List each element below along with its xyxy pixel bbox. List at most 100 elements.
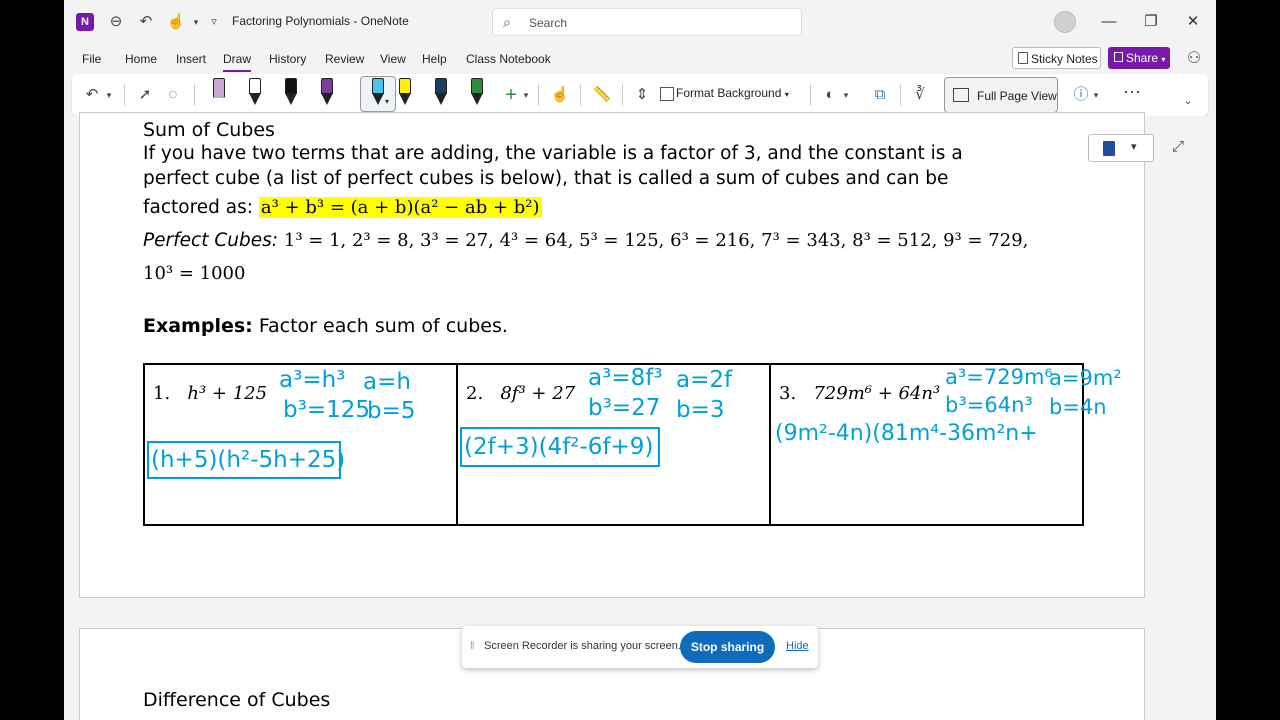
problem-expression: 8f³ + 27 [500,383,576,404]
note-b: b=5 [367,398,416,424]
collapse-ribbon-icon[interactable]: ⌄ [1178,88,1198,114]
pen-green-icon[interactable] [466,78,488,108]
full-page-view-icon [953,88,969,102]
share-label: Share [1126,51,1159,65]
problem-number: 3. [779,383,797,404]
description-line-3: factored as: a³ + b³ = (a + b)(a² − ab +… [143,197,542,218]
touch-mode-icon[interactable]: ☝ [166,12,186,32]
onenote-window: N ⊖ ↶ ☝ ▾ ▿ Factoring Polynomials - OneN… [64,0,1216,720]
undo-chevron-icon[interactable]: ▾ [102,82,116,108]
ribbon-undo-icon[interactable]: ↶ [82,82,102,108]
comments-icon[interactable]: ⚇ [1184,48,1204,68]
description-line-1: If you have two terms that are adding, t… [143,143,963,164]
format-background-button[interactable]: Format Background ▾ [676,86,789,100]
shapes-chevron-icon[interactable]: ▾ [840,82,852,108]
ribbon-separator [580,84,581,106]
problem-number: 2. [466,383,484,404]
highlighter-yellow-icon[interactable] [394,78,416,108]
pen-blue-selected[interactable]: ▾ [360,76,396,112]
hide-link[interactable]: Hide [786,640,809,652]
add-pen-icon[interactable]: + [500,82,522,108]
select-pointer-icon[interactable]: ➚ [134,82,156,108]
sum-of-cubes-formula: a³ + b³ = (a + b)(a² − ab + b²) [258,197,542,218]
insert-space-icon[interactable]: ⇕ [630,82,654,108]
answer-text: (9m²-4n)(81m⁴-36m²n+ [775,421,1038,446]
undo-icon[interactable]: ↶ [136,12,156,32]
factored-as-label: factored as: [143,197,254,218]
eraser-icon[interactable] [208,78,230,108]
next-section-title: Difference of Cubes [143,689,331,711]
pen-navy-icon[interactable] [430,78,452,108]
pen-white-icon[interactable] [244,78,266,108]
pen-purple-icon[interactable] [316,78,338,108]
note-a-cubed: a³=729m⁶ [945,365,1053,389]
search-input[interactable]: ⌕ Search [492,8,802,36]
drag-handle-icon[interactable]: ‖ [470,640,475,652]
perfect-cubes-list: 1³ = 1, 2³ = 8, 3³ = 27, 4³ = 64, 5³ = 1… [283,230,1029,251]
expand-icon[interactable]: ⤢ [1172,138,1184,155]
share-icon [1114,52,1123,62]
examples-label: Examples: [143,315,253,337]
note-b-cubed: b³=125 [283,397,370,423]
problem-1: 1. h³ + 125 [153,383,267,404]
examples-table: 1. h³ + 125 a³=h³ a=h b³=125 b=5 (h+5)(h… [143,363,1122,526]
example-cell-1: 1. h³ + 125 a³=h³ a=h b³=125 b=5 (h+5)(h… [145,365,458,524]
perfect-cubes-line: Perfect Cubes: 1³ = 1, 2³ = 8, 3³ = 27, … [143,230,1028,251]
sticky-notes-button[interactable]: Sticky Notes [1012,47,1101,69]
tab-draw[interactable]: Draw [223,52,252,72]
note-a: a=h [363,369,411,395]
note-b: b=4n [1049,395,1107,419]
restore-button[interactable]: ❐ [1136,10,1166,34]
note-a-cubed: a³=h³ [279,367,346,393]
ribbon-separator [900,84,901,106]
math-icon[interactable]: ∛ [908,82,932,108]
note-b: b=3 [676,397,725,423]
tab-view[interactable]: View [380,52,406,66]
stop-sharing-button[interactable]: Stop sharing [680,631,775,663]
note-page[interactable]: Sum of Cubes If you have two terms that … [79,112,1145,598]
tab-history[interactable]: History [269,52,306,66]
sticky-notes-label: Sticky Notes [1031,52,1098,66]
note-b-cubed: b³=27 [588,395,661,421]
search-placeholder: Search [529,16,568,30]
perfect-cubes-label: Perfect Cubes: [143,230,278,251]
problem-3: 3. 729m⁶ + 64n³ [779,383,940,404]
example-cell-3: 3. 729m⁶ + 64n³ a³=729m⁶ a=9m² b³=64n³ b… [771,365,1122,524]
tab-class-notebook[interactable]: Class Notebook [466,52,551,66]
section-title: Sum of Cubes [143,119,275,141]
minimize-button[interactable]: — [1094,10,1124,34]
ink-to-shape-icon[interactable]: ☝ [548,82,572,108]
examples-heading: Examples: Factor each sum of cubes. [143,315,508,337]
tab-file[interactable]: File [82,52,101,66]
answer-text: (h+5)(h²-5h+25) [151,447,346,473]
share-message: Screen Recorder is sharing your screen. [484,640,681,652]
onenote-logo-icon: N [76,13,94,31]
ink-to-text-icon[interactable]: ⧉ [868,82,892,108]
add-pen-chevron-icon[interactable]: ▾ [520,82,532,108]
notebook-navigation-button[interactable]: ▾ [1088,134,1154,162]
tab-insert[interactable]: Insert [176,52,206,66]
tab-review[interactable]: Review [325,52,364,66]
ribbon-separator [810,84,811,106]
share-button[interactable]: Share ▾ [1108,47,1170,69]
lasso-select-icon[interactable]: ◌ [162,82,184,108]
problem-expression: h³ + 125 [187,383,268,404]
avatar[interactable] [1054,11,1076,33]
help-chevron-icon[interactable]: ▾ [1090,82,1102,108]
tab-home[interactable]: Home [125,52,157,66]
pen-black-icon[interactable] [280,78,302,108]
customize-toolbar-icon[interactable]: ▿ [204,12,224,32]
close-button[interactable]: ✕ [1178,10,1208,34]
full-page-view-label: Full Page View [977,89,1057,103]
ruler-icon[interactable]: 📏 [590,82,614,108]
description-line-2: perfect cube (a list of perfect cubes is… [143,168,949,189]
back-icon[interactable]: ⊖ [106,12,126,32]
more-options-icon[interactable]: ⋯ [1120,82,1144,108]
tab-help[interactable]: Help [422,52,447,66]
help-icon[interactable]: ⓘ [1070,82,1092,108]
shapes-icon[interactable]: ◐ [818,82,842,108]
full-page-view-button[interactable]: Full Page View [944,77,1058,113]
sticky-notes-icon [1018,52,1028,64]
title-bar: N ⊖ ↶ ☝ ▾ ▿ Factoring Polynomials - OneN… [64,0,1216,44]
touch-mode-chevron-icon[interactable]: ▾ [186,12,206,32]
